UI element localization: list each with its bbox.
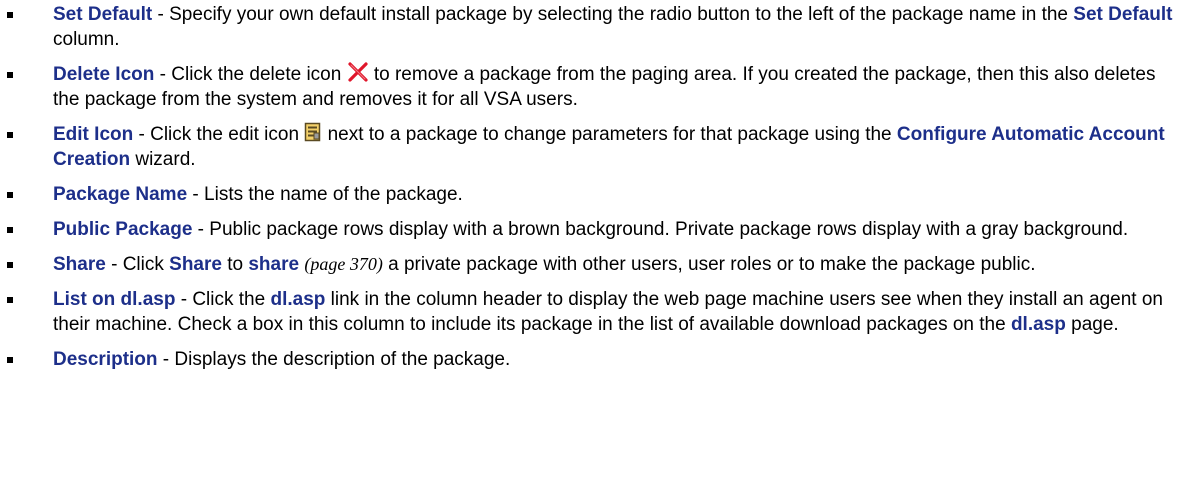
- bullet-icon: [7, 132, 13, 138]
- item-text: - Click the delete icon: [154, 64, 347, 85]
- term-description: Description: [53, 349, 158, 370]
- item-text: - Public package rows display with a bro…: [192, 219, 1129, 240]
- edit-form-icon: [304, 122, 322, 142]
- list-item-description: Description - Displays the description o…: [0, 347, 1183, 372]
- item-text: next to a package to change parameters f…: [322, 124, 897, 145]
- term-package-name: Package Name: [53, 184, 188, 205]
- bullet-icon: [7, 12, 13, 18]
- item-text: page.: [1065, 314, 1119, 335]
- list-item-list-on-dl-asp: List on dl.asp - Click the dl.asp link i…: [0, 287, 1183, 337]
- list-item-public-package: Public Package - Public package rows dis…: [0, 217, 1183, 242]
- list-item-package-name: Package Name - Lists the name of the pac…: [0, 182, 1183, 207]
- list-item-share: Share - Click Share to share (page 370) …: [0, 252, 1183, 277]
- term-public-package: Public Package: [53, 219, 193, 240]
- term-set-default-column: Set Default: [1073, 4, 1173, 25]
- item-text: - Click the edit icon: [133, 124, 305, 145]
- item-text: - Click the: [175, 289, 271, 310]
- term-share-button: Share: [169, 254, 222, 275]
- term-set-default: Set Default: [53, 4, 153, 25]
- item-text: - Click: [105, 254, 170, 275]
- feature-description-list: Set Default - Specify your own default i…: [0, 0, 1183, 372]
- bullet-icon: [7, 297, 13, 303]
- term-share: Share: [53, 254, 106, 275]
- bullet-icon: [7, 262, 13, 268]
- list-item-set-default: Set Default - Specify your own default i…: [0, 2, 1183, 52]
- item-text: - Lists the name of the package.: [187, 184, 463, 205]
- item-text: - Displays the description of the packag…: [157, 349, 511, 370]
- bullet-icon: [7, 357, 13, 363]
- item-text: - Specify your own default install packa…: [152, 4, 1074, 25]
- term-edit-icon: Edit Icon: [53, 124, 134, 145]
- bullet-icon: [7, 192, 13, 198]
- bullet-icon: [7, 72, 13, 78]
- term-dl-asp-link: dl.asp: [270, 289, 326, 310]
- page-reference: (page 370): [304, 254, 383, 274]
- list-item-edit-icon: Edit Icon - Click the edit icon next to …: [0, 122, 1183, 172]
- term-delete-icon: Delete Icon: [53, 64, 155, 85]
- item-text: wizard.: [130, 149, 196, 170]
- item-text: to: [221, 254, 249, 275]
- item-text: a private package with other users, user…: [382, 254, 1036, 275]
- list-item-delete-icon: Delete Icon - Click the delete icon to r…: [0, 62, 1183, 112]
- bullet-icon: [7, 227, 13, 233]
- term-list-on-dl-asp: List on dl.asp: [53, 289, 176, 310]
- term-dl-asp-page: dl.asp: [1010, 314, 1066, 335]
- delete-x-icon: [347, 62, 369, 82]
- share-link[interactable]: share: [248, 254, 299, 275]
- item-text: column.: [53, 29, 120, 50]
